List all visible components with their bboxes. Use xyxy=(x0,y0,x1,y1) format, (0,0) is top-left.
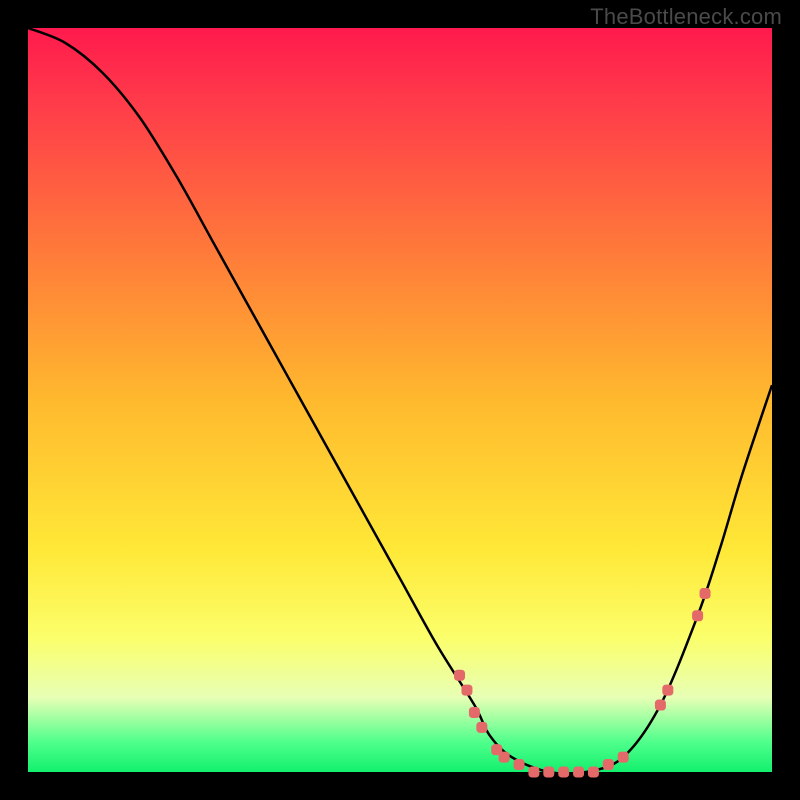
data-marker xyxy=(461,685,472,696)
curve-line xyxy=(28,28,772,774)
data-marker xyxy=(543,767,554,778)
data-marker xyxy=(655,700,666,711)
data-marker xyxy=(499,752,510,763)
data-marker xyxy=(528,767,539,778)
chart-svg xyxy=(28,28,772,772)
data-marker xyxy=(514,759,525,770)
data-marker xyxy=(603,759,614,770)
data-marker xyxy=(700,588,711,599)
data-marker xyxy=(476,722,487,733)
data-marker xyxy=(618,752,629,763)
data-marker xyxy=(662,685,673,696)
data-marker xyxy=(454,670,465,681)
data-marker xyxy=(558,767,569,778)
data-marker xyxy=(469,707,480,718)
data-marker xyxy=(573,767,584,778)
data-marker xyxy=(692,610,703,621)
watermark-text: TheBottleneck.com xyxy=(590,4,782,30)
data-marker xyxy=(588,767,599,778)
